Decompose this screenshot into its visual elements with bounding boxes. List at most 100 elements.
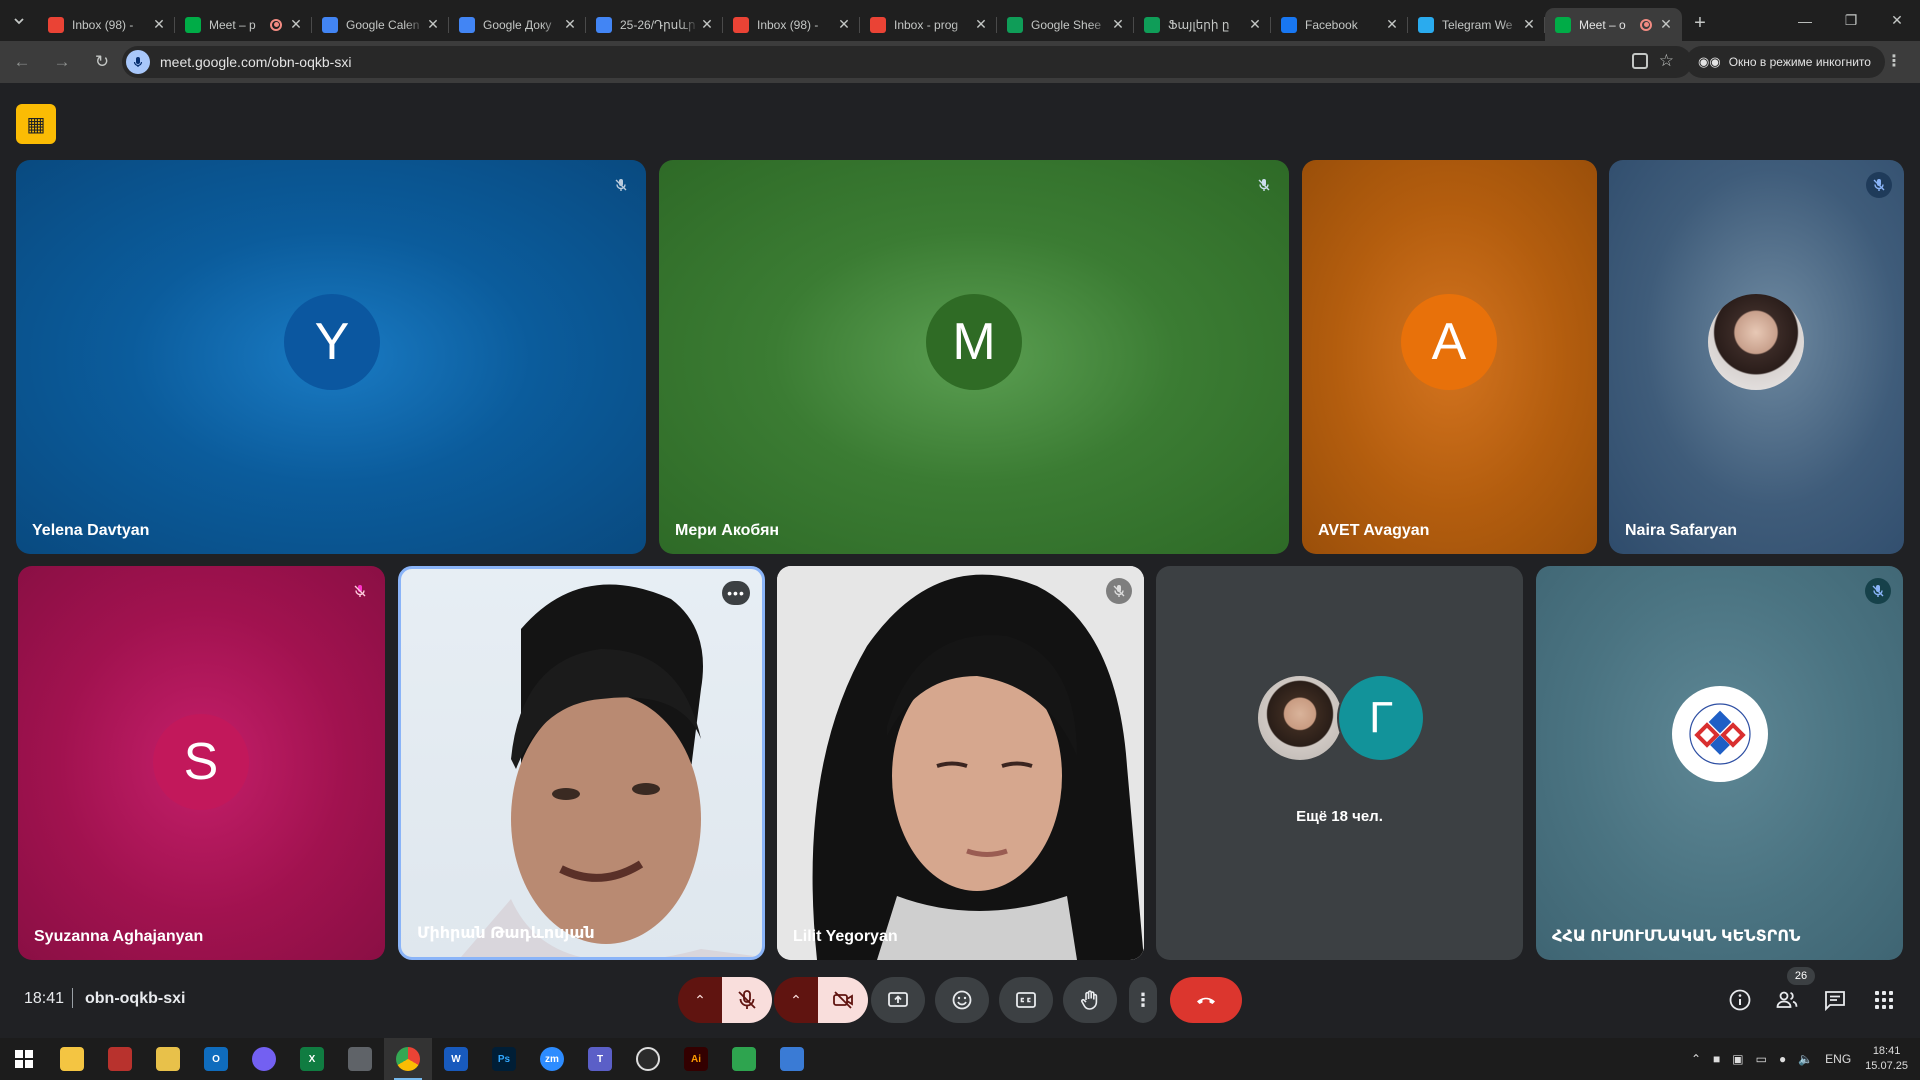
taskbar-excel[interactable]: X — [288, 1038, 336, 1080]
participant-tile[interactable]: Y Yelena Davtyan — [16, 160, 646, 554]
toggle-mic-button[interactable] — [722, 977, 772, 1023]
arrow-left-icon: ← — [13, 52, 31, 71]
restore-icon[interactable]: ❐ — [1828, 0, 1874, 41]
close-tab-icon[interactable]: ✕ — [151, 16, 167, 33]
browser-tab[interactable]: Google Shee ✕ — [997, 8, 1134, 41]
app-tray-icon[interactable]: ■ — [1713, 1052, 1720, 1066]
close-window-icon[interactable]: ✕ — [1874, 0, 1920, 41]
toggle-camera-button[interactable] — [818, 977, 868, 1023]
activities-button[interactable] — [1869, 985, 1899, 1015]
browser-tab[interactable]: Meet – o ✕ — [1545, 8, 1682, 41]
volume-icon[interactable]: 🔈 — [1798, 1052, 1813, 1066]
end-call-button[interactable] — [1170, 977, 1242, 1023]
taskbar-outlook[interactable]: O — [192, 1038, 240, 1080]
back-button[interactable]: ← — [4, 44, 40, 80]
participant-tile[interactable]: ՀՀԱ ՈՒՍՈՒՄՆԱԿԱՆ ԿԵՆՏՐՈՆ — [1536, 566, 1903, 960]
close-tab-icon[interactable]: ✕ — [562, 16, 578, 33]
browser-tab[interactable]: Inbox (98) - ✕ — [38, 8, 175, 41]
tab-title: Facebook — [1305, 17, 1358, 32]
address-url[interactable]: meet.google.com/obn-oqkb-sxi — [160, 54, 351, 70]
video-settings-button[interactable]: ⌃ — [774, 977, 818, 1023]
chat-button[interactable] — [1820, 985, 1850, 1015]
mic-permission-icon[interactable] — [126, 50, 150, 74]
audio-settings-button[interactable]: ⌃ — [678, 977, 722, 1023]
meet-companion-icon[interactable]: ▦ — [16, 104, 56, 144]
taskbar-file-explorer[interactable] — [48, 1038, 96, 1080]
address-bar[interactable]: meet.google.com/obn-oqkb-sxi ☆ — [122, 46, 1692, 78]
participant-video-tile[interactable]: Lilit Yegoryan — [777, 566, 1144, 960]
taskbar-viber[interactable] — [240, 1038, 288, 1080]
close-tab-icon[interactable]: ✕ — [1110, 16, 1126, 33]
close-tab-icon[interactable]: ✕ — [1247, 16, 1263, 33]
microphone-icon[interactable]: ● — [1779, 1052, 1786, 1066]
close-tab-icon[interactable]: ✕ — [699, 16, 715, 33]
captions-button[interactable] — [999, 977, 1053, 1023]
more-participants-tile[interactable]: Г Ещё 18 чел. — [1156, 566, 1523, 960]
more-options-button[interactable]: ⋮ — [1129, 977, 1157, 1023]
browser-tab[interactable]: Telegram We ✕ — [1408, 8, 1545, 41]
minimize-icon[interactable]: — — [1782, 0, 1828, 41]
present-screen-button[interactable] — [871, 977, 925, 1023]
browser-tab[interactable]: Google Доку ✕ — [449, 8, 586, 41]
info-icon — [1729, 989, 1751, 1011]
meeting-code[interactable]: obn-oqkb-sxi — [85, 990, 185, 1008]
start-button[interactable] — [0, 1038, 48, 1080]
incognito-indicator[interactable]: ◉◉ Окно в режиме инкогнито — [1686, 46, 1885, 78]
taskbar-app-gauge[interactable] — [624, 1038, 672, 1080]
chat-icon — [1825, 991, 1845, 1012]
browser-menu-icon[interactable]: ⋮ — [1886, 51, 1902, 71]
people-button[interactable] — [1772, 985, 1802, 1015]
browser-tab[interactable]: Meet – p ✕ — [175, 8, 312, 41]
recording-icon — [1640, 18, 1652, 31]
extensions-icon[interactable] — [1632, 53, 1648, 69]
chevron-up-icon[interactable]: ⌃ — [1691, 1052, 1701, 1066]
browser-tab[interactable]: Inbox (98) - ✕ — [723, 8, 860, 41]
tab-title: 25-26/Դրսևր — [620, 17, 696, 32]
participant-tile[interactable]: Naira Safaryan — [1609, 160, 1904, 554]
taskbar-snipping-tool[interactable] — [768, 1038, 816, 1080]
close-tab-icon[interactable]: ✕ — [973, 16, 989, 33]
browser-tab[interactable]: Google Calen ✕ — [312, 8, 449, 41]
taskbar-chrome[interactable] — [384, 1038, 432, 1080]
defender-icon[interactable]: ▣ — [1732, 1052, 1743, 1066]
close-tab-icon[interactable]: ✕ — [425, 16, 441, 33]
browser-tab[interactable]: Inbox - prog ✕ — [860, 8, 997, 41]
tab-title: Google Shee — [1031, 17, 1102, 32]
system-clock[interactable]: 18:41 15.07.25 — [1865, 1044, 1908, 1074]
raise-hand-button[interactable] — [1063, 977, 1117, 1023]
taskbar-zoom[interactable]: zm — [528, 1038, 576, 1080]
forward-button[interactable]: → — [44, 44, 80, 80]
taskbar-app-monitor[interactable] — [720, 1038, 768, 1080]
tab-search-button[interactable] — [0, 0, 38, 41]
chrome-icon — [396, 1047, 420, 1071]
avatar: Г — [1337, 674, 1425, 762]
browser-tab[interactable]: Facebook ✕ — [1271, 8, 1408, 41]
participant-tile[interactable]: S Syuzanna Aghajanyan — [18, 566, 385, 960]
taskbar-app-folder[interactable] — [144, 1038, 192, 1080]
input-language[interactable]: ENG — [1825, 1052, 1851, 1066]
browser-tab[interactable]: Ֆայլերի ը ✕ — [1134, 8, 1271, 41]
participant-video-tile[interactable]: ••• Միհրան Թադևոսյան — [398, 566, 765, 960]
taskbar-photoshop[interactable]: Ps — [480, 1038, 528, 1080]
participant-name: Naira Safaryan — [1625, 522, 1738, 539]
meeting-details-button[interactable] — [1725, 985, 1755, 1015]
more-options-button[interactable]: ••• — [722, 581, 750, 605]
close-tab-icon[interactable]: ✕ — [836, 16, 852, 33]
reactions-button[interactable] — [935, 977, 989, 1023]
taskbar-illustrator[interactable]: Ai — [672, 1038, 720, 1080]
participant-tile[interactable]: M Мери Акобян — [659, 160, 1289, 554]
network-icon[interactable]: ▭ — [1756, 1052, 1767, 1066]
taskbar-word[interactable]: W — [432, 1038, 480, 1080]
close-tab-icon[interactable]: ✕ — [288, 16, 304, 33]
close-tab-icon[interactable]: ✕ — [1658, 16, 1674, 33]
close-tab-icon[interactable]: ✕ — [1521, 16, 1537, 33]
close-tab-icon[interactable]: ✕ — [1384, 16, 1400, 33]
taskbar-teams[interactable]: T — [576, 1038, 624, 1080]
bookmark-star-icon[interactable]: ☆ — [1659, 51, 1674, 71]
participant-tile[interactable]: A AVET Avagyan — [1302, 160, 1597, 554]
browser-tab[interactable]: 25-26/Դրսևր ✕ — [586, 8, 723, 41]
reload-button[interactable]: ↻ — [84, 44, 120, 80]
new-tab-button[interactable]: + — [1682, 12, 1718, 35]
taskbar-calculator[interactable] — [336, 1038, 384, 1080]
taskbar-app-shield[interactable] — [96, 1038, 144, 1080]
